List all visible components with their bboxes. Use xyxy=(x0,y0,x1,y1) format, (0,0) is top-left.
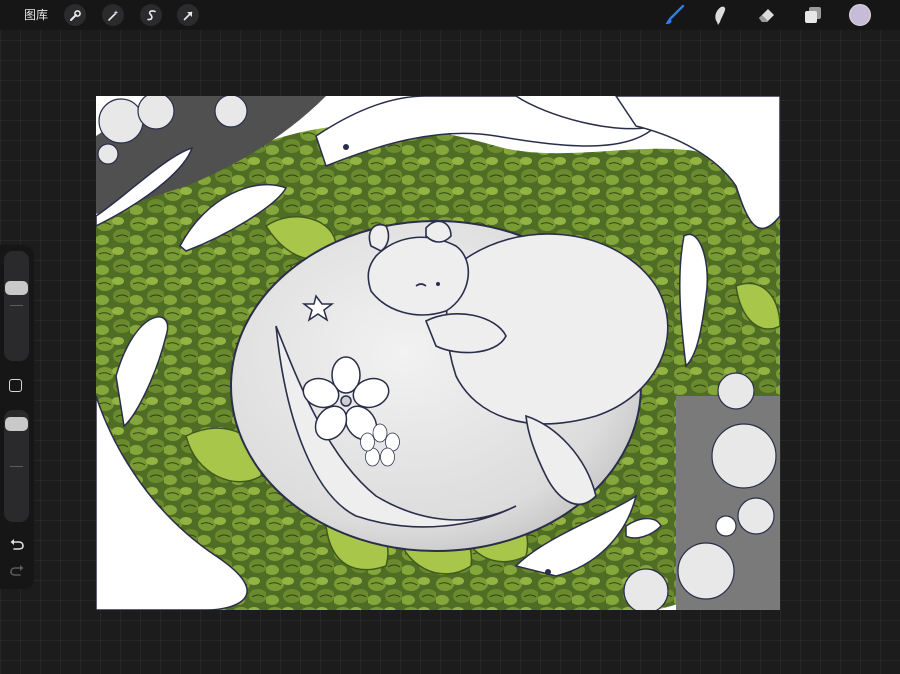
redo-icon xyxy=(10,565,24,576)
selection-icon xyxy=(146,9,156,20)
slider-midline xyxy=(10,466,23,467)
redo-button[interactable] xyxy=(7,561,27,579)
brush-icon xyxy=(665,4,685,25)
adjustments-button[interactable] xyxy=(102,4,124,26)
wrench-icon xyxy=(69,9,81,21)
transform-button[interactable] xyxy=(177,4,199,26)
layers-icon xyxy=(805,7,821,23)
brush-size-slider[interactable] xyxy=(4,251,29,361)
slider-midline xyxy=(10,305,23,306)
smudge-icon xyxy=(715,6,726,25)
undo-icon xyxy=(10,539,24,550)
artwork-illustration xyxy=(96,96,780,610)
creature-nose xyxy=(436,282,440,286)
selection-button[interactable] xyxy=(140,4,162,26)
fish-eye xyxy=(343,144,349,150)
fish-eye xyxy=(545,569,551,575)
undo-button[interactable] xyxy=(7,535,27,553)
brush-tool-button[interactable] xyxy=(663,3,687,27)
color-swatch[interactable] xyxy=(849,4,871,26)
brush-size-thumb[interactable] xyxy=(5,280,28,295)
actions-button[interactable] xyxy=(64,4,86,26)
layers-button[interactable] xyxy=(801,3,825,27)
drawing-canvas[interactable] xyxy=(96,96,780,610)
modify-button[interactable] xyxy=(9,379,22,392)
magic-wand-icon xyxy=(107,9,118,21)
opacity-slider[interactable] xyxy=(4,410,29,522)
opacity-thumb[interactable] xyxy=(5,416,28,431)
gallery-button[interactable]: 图库 xyxy=(24,6,48,24)
transform-arrow-icon xyxy=(183,11,192,20)
left-sidebar xyxy=(0,245,34,589)
eraser-tool-button[interactable] xyxy=(755,3,779,27)
smudge-tool-button[interactable] xyxy=(708,3,732,27)
top-toolbar: 图库 xyxy=(0,0,900,30)
eraser-icon xyxy=(759,9,774,22)
